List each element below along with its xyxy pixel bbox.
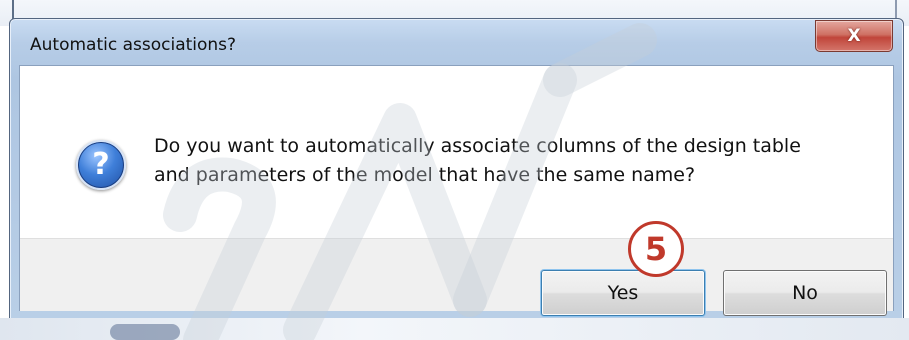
- yes-button[interactable]: Yes: [541, 270, 705, 316]
- step-callout-badge: 5: [628, 221, 684, 277]
- close-icon: X: [847, 26, 861, 46]
- background-blob: [110, 324, 180, 340]
- message-line-1: Do you want to automatically associate c…: [154, 135, 801, 157]
- button-bar: Yes No: [20, 238, 893, 316]
- step-number: 5: [644, 230, 668, 268]
- dialog-body: ? Do you want to automatically associate…: [19, 65, 894, 316]
- automatic-associations-dialog: Automatic associations? X ? Do you want …: [9, 18, 904, 320]
- question-icon: ?: [76, 140, 126, 190]
- dialog-titlebar[interactable]: Automatic associations? X: [10, 19, 903, 69]
- close-button[interactable]: X: [815, 20, 893, 52]
- message-line-2: and parameters of the model that have th…: [154, 164, 696, 186]
- dialog-message: Do you want to automatically associate c…: [154, 132, 874, 190]
- no-button[interactable]: No: [723, 270, 887, 316]
- background-taskbar-strip: [0, 318, 909, 340]
- message-area: ? Do you want to automatically associate…: [20, 66, 893, 238]
- dialog-title: Automatic associations?: [30, 35, 237, 55]
